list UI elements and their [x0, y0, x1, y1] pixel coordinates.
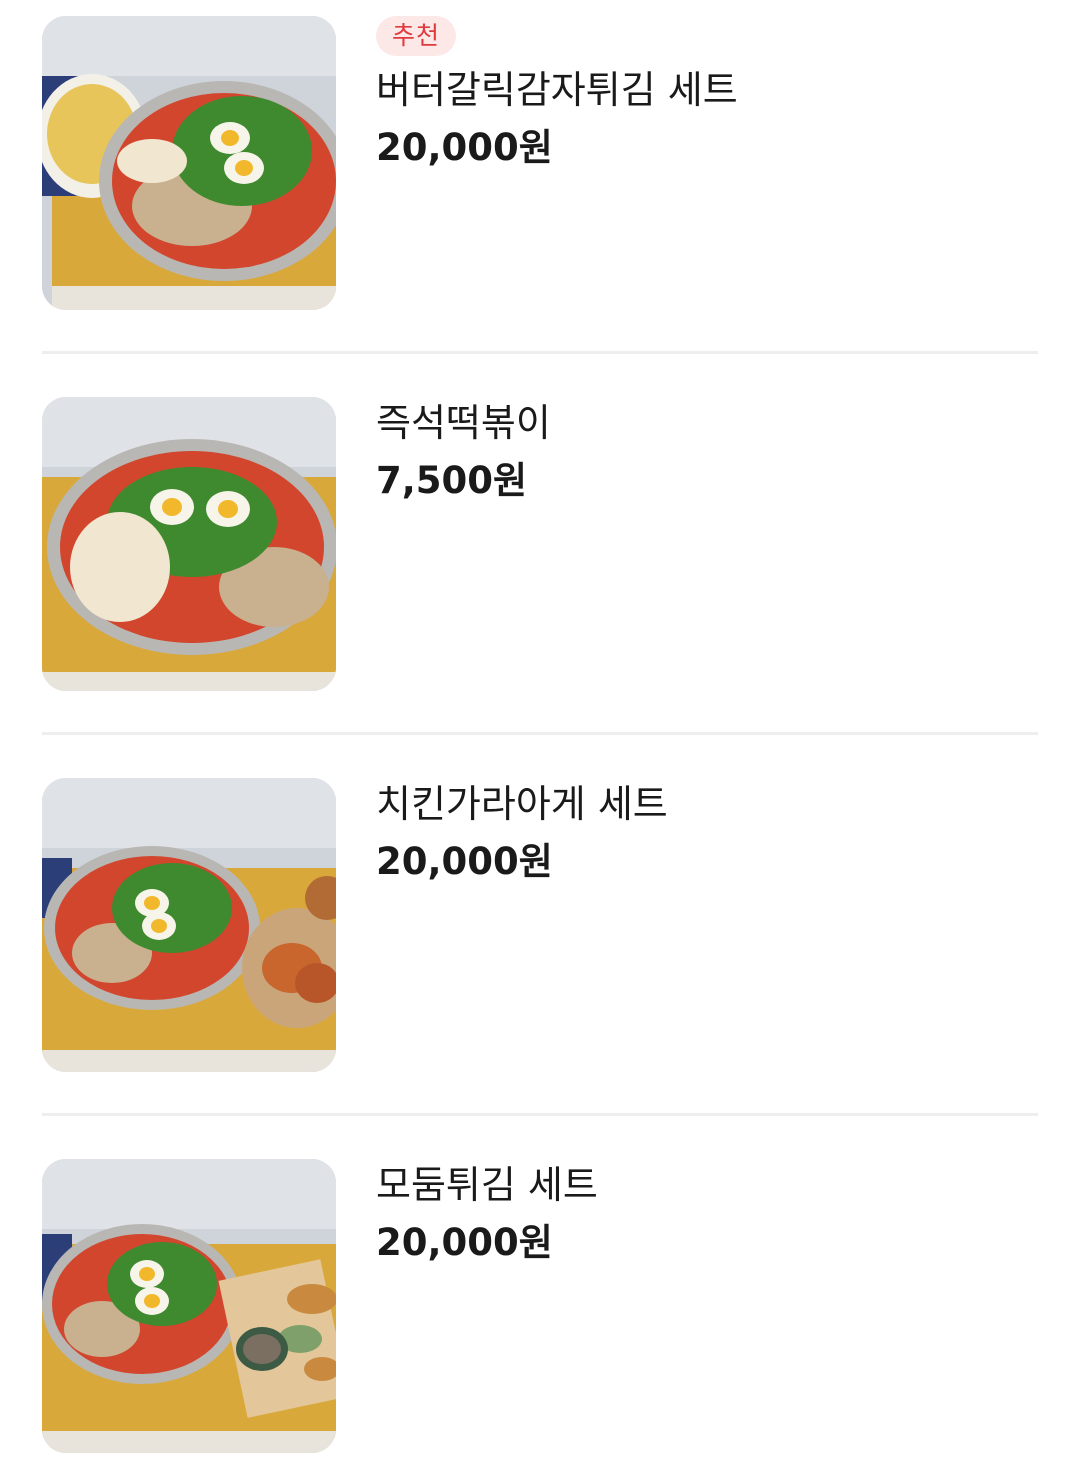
menu-item-price: 7,500원 — [376, 459, 528, 502]
divider — [42, 351, 1038, 354]
menu-item-price: 20,000원 — [376, 840, 553, 883]
menu-item-photo — [42, 397, 336, 691]
divider — [42, 1113, 1038, 1116]
menu-item-info: 모둠튀김 세트 20,000원 — [376, 1161, 1026, 1267]
menu-item-name: 치킨가라아게 세트 — [376, 782, 668, 826]
menu-item-photo — [42, 16, 336, 310]
menu-item-chicken-karaage-set[interactable]: 치킨가라아게 세트 20,000원 — [42, 778, 1038, 1072]
menu-item-name: 모둠튀김 세트 — [376, 1163, 598, 1207]
menu-item-assorted-fried-set[interactable]: 모둠튀김 세트 20,000원 — [42, 1159, 1038, 1453]
menu-item-name: 즉석떡볶이 — [376, 401, 551, 445]
menu-item-price: 20,000원 — [376, 1221, 553, 1264]
menu-item-info: 치킨가라아게 세트 20,000원 — [376, 780, 1026, 886]
menu-item-price: 20,000원 — [376, 126, 553, 169]
menu-item-instant-tteokbokki[interactable]: 즉석떡볶이 7,500원 — [42, 397, 1038, 691]
menu-item-name: 버터갈릭감자튀김 세트 — [376, 68, 738, 112]
menu-item-butter-garlic-fries-set[interactable]: 추천 버터갈릭감자튀김 세트 20,000원 — [42, 16, 1038, 310]
recommended-badge: 추천 — [376, 16, 457, 56]
menu-item-info: 즉석떡볶이 7,500원 — [376, 399, 1026, 505]
menu-item-photo — [42, 1159, 336, 1453]
menu-item-photo — [42, 778, 336, 1072]
menu-item-info: 추천 버터갈릭감자튀김 세트 20,000원 — [376, 16, 1026, 172]
divider — [42, 732, 1038, 735]
